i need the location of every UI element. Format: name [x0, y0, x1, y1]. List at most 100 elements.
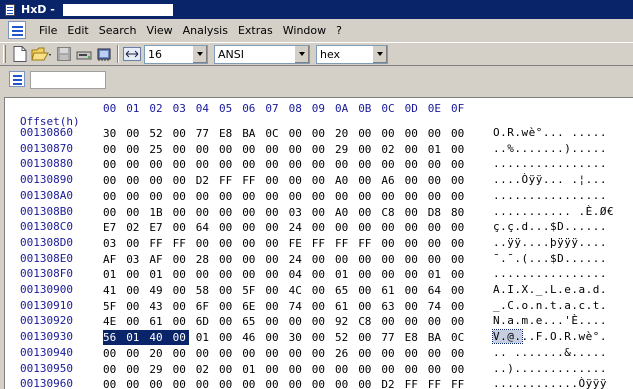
- toolbar-grip[interactable]: [3, 45, 6, 63]
- hex-byte[interactable]: 00: [451, 173, 471, 188]
- ascii-text[interactable]: ..).............: [493, 362, 607, 375]
- hex-byte[interactable]: 04: [289, 267, 309, 282]
- hex-byte[interactable]: 01: [126, 330, 143, 346]
- hex-byte[interactable]: 00: [219, 142, 239, 157]
- hex-byte[interactable]: AF: [149, 252, 169, 267]
- hex-byte[interactable]: 0C: [451, 330, 471, 345]
- hex-byte[interactable]: 00: [405, 362, 425, 377]
- hex-byte[interactable]: 00: [312, 189, 332, 204]
- hex-byte[interactable]: 00: [103, 157, 123, 172]
- hex-byte[interactable]: 00: [289, 173, 309, 188]
- hex-byte[interactable]: 00: [242, 205, 262, 220]
- hex-byte[interactable]: 52: [149, 126, 169, 141]
- ascii-text[interactable]: ................: [493, 267, 607, 280]
- hex-byte[interactable]: 74: [428, 299, 448, 314]
- hex-byte[interactable]: 00: [381, 346, 401, 361]
- hex-byte[interactable]: FF: [405, 377, 425, 389]
- hex-byte[interactable]: A6: [381, 173, 401, 188]
- hex-byte[interactable]: 74: [289, 299, 309, 314]
- hex-byte[interactable]: 00: [173, 362, 193, 377]
- hex-byte[interactable]: 00: [196, 205, 216, 220]
- hex-byte[interactable]: 00: [126, 362, 146, 377]
- hex-byte[interactable]: 01: [428, 267, 448, 282]
- hex-byte[interactable]: 24: [289, 220, 309, 235]
- hex-byte[interactable]: 00: [242, 157, 262, 172]
- hex-byte[interactable]: 00: [312, 362, 332, 377]
- hex-byte[interactable]: 4C: [289, 283, 309, 298]
- hex-byte[interactable]: BA: [428, 330, 448, 345]
- hex-byte[interactable]: 00: [289, 377, 309, 389]
- hex-byte[interactable]: 00: [405, 126, 425, 141]
- hex-byte[interactable]: 29: [149, 362, 169, 377]
- hxd-app-icon[interactable]: [3, 3, 17, 17]
- hex-byte[interactable]: 00: [242, 267, 262, 282]
- hex-byte[interactable]: 92: [335, 314, 355, 329]
- hex-byte[interactable]: 00: [196, 346, 216, 361]
- hex-byte[interactable]: 00: [358, 126, 378, 141]
- hex-byte[interactable]: 00: [358, 299, 378, 314]
- hex-byte[interactable]: 00: [173, 126, 193, 141]
- document-window-icon[interactable]: [8, 21, 26, 39]
- ascii-text[interactable]: ................: [493, 157, 607, 170]
- hex-byte[interactable]: 00: [358, 346, 378, 361]
- hex-byte[interactable]: 00: [173, 346, 193, 361]
- hex-byte[interactable]: 00: [149, 157, 169, 172]
- hex-byte[interactable]: 00: [265, 330, 285, 345]
- menu-view[interactable]: View: [142, 24, 178, 37]
- hex-byte[interactable]: 00: [358, 377, 378, 389]
- hex-byte[interactable]: 00: [405, 189, 425, 204]
- hex-byte[interactable]: 20: [335, 126, 355, 141]
- hex-byte[interactable]: FF: [428, 377, 448, 389]
- ascii-selection[interactable]: V.@.: [492, 329, 523, 345]
- hex-byte[interactable]: 00: [265, 377, 285, 389]
- hex-byte[interactable]: 00: [312, 377, 332, 389]
- menu-help[interactable]: ?: [331, 24, 347, 37]
- hex-byte[interactable]: 00: [173, 220, 193, 235]
- hex-byte[interactable]: 00: [381, 157, 401, 172]
- hex-byte[interactable]: 00: [451, 362, 471, 377]
- hex-byte[interactable]: 64: [196, 220, 216, 235]
- hex-byte[interactable]: 00: [451, 220, 471, 235]
- offset-base-select[interactable]: hex: [316, 44, 388, 64]
- hex-byte[interactable]: 00: [312, 299, 332, 314]
- hex-byte[interactable]: 00: [173, 377, 193, 389]
- hex-byte[interactable]: 00: [103, 189, 123, 204]
- hex-byte[interactable]: D2: [381, 377, 401, 389]
- ascii-text[interactable]: ........... .È.Ø€: [493, 205, 614, 218]
- hex-byte[interactable]: 5F: [242, 283, 262, 298]
- hex-byte[interactable]: 00: [219, 267, 239, 282]
- hex-byte[interactable]: 00: [103, 205, 123, 220]
- hex-byte[interactable]: 00: [173, 283, 193, 298]
- hex-byte[interactable]: 00: [126, 314, 146, 329]
- ascii-text[interactable]: ................: [493, 189, 607, 202]
- hex-byte[interactable]: 00: [289, 126, 309, 141]
- hex-byte[interactable]: C8: [358, 314, 378, 329]
- hex-byte[interactable]: 00: [451, 299, 471, 314]
- ascii-text[interactable]: .. .......&.....: [493, 346, 607, 359]
- hex-byte[interactable]: 00: [335, 362, 355, 377]
- hex-byte[interactable]: 00: [312, 346, 332, 361]
- hex-byte[interactable]: 00: [265, 283, 285, 298]
- hex-byte[interactable]: 00: [381, 236, 401, 251]
- hex-byte[interactable]: 25: [149, 142, 169, 157]
- hex-byte[interactable]: 00: [405, 314, 425, 329]
- hex-byte[interactable]: E8: [405, 330, 425, 345]
- menu-edit[interactable]: Edit: [62, 24, 93, 37]
- hex-byte[interactable]: 00: [103, 346, 123, 361]
- hex-byte[interactable]: 01: [149, 267, 169, 282]
- hex-byte[interactable]: FF: [219, 173, 239, 188]
- hex-byte[interactable]: 00: [405, 267, 425, 282]
- hex-byte[interactable]: 00: [428, 157, 448, 172]
- hex-byte[interactable]: FF: [358, 236, 378, 251]
- hex-byte[interactable]: 00: [242, 377, 262, 389]
- chevron-down-icon[interactable]: [294, 45, 309, 63]
- hex-byte[interactable]: 00: [126, 189, 146, 204]
- hex-byte[interactable]: 00: [242, 236, 262, 251]
- save-button[interactable]: [54, 44, 74, 64]
- chevron-down-icon[interactable]: [192, 45, 207, 63]
- hex-byte[interactable]: 00: [103, 142, 123, 157]
- hex-byte[interactable]: 00: [103, 362, 123, 377]
- hex-byte[interactable]: FE: [289, 236, 309, 251]
- hex-byte[interactable]: 65: [242, 314, 262, 329]
- hex-byte[interactable]: 00: [219, 314, 239, 329]
